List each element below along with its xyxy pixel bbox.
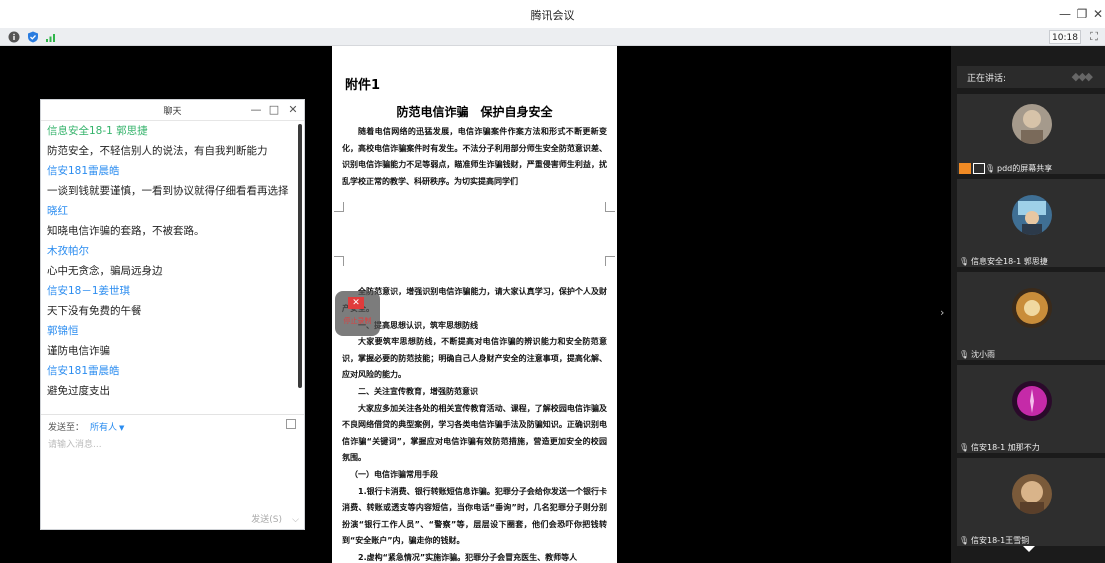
minimize-icon[interactable]: — — [249, 103, 263, 117]
microphone-muted-icon: 🎙 — [959, 535, 970, 545]
participant-name-row: 🎙 沈小雨 — [959, 344, 995, 360]
crop-mark — [334, 256, 344, 266]
participant-name-row: 🎙 信安18-1王雪铜 — [959, 530, 1030, 546]
document-section-heading: 二、关注宣传教育，增强防范意识 — [358, 386, 478, 396]
chevron-down-icon[interactable]: ▼ — [119, 424, 124, 432]
divider — [41, 414, 304, 415]
avatar — [1012, 381, 1052, 421]
speaking-label: 正在讲话: — [967, 74, 1007, 84]
document-section-heading: 一、提高思想认识，筑牢思想防线 — [358, 320, 478, 330]
message-text: 避免过度支出 — [47, 385, 110, 397]
chevron-right-icon[interactable]: › — [940, 306, 944, 319]
participant-name-row: 🎙 信安18-1 加那不力 — [959, 437, 1040, 453]
participant-panel: 正在讲话: ◆◆◆ 🎙 pdd的屏幕共享 🎙 信息安全18-1 郭思捷 🎙 沈小雨 — [951, 46, 1105, 563]
document-section-heading: （一）电信诈骗常用手段 — [350, 469, 438, 479]
document-paragraph: 大家应多加关注各处的相关宣传教育活动、课程，了解校园电信诈骗及不良网络借贷的典型… — [342, 403, 607, 463]
avatar — [1012, 288, 1052, 328]
signal-icon[interactable] — [45, 31, 57, 43]
microphone-muted-icon: 🎙 — [959, 256, 970, 266]
message-text: 知晓电信诈骗的套路，不被套路。 — [47, 225, 205, 237]
participant-name: 信息安全18-1 郭思捷 — [971, 257, 1048, 266]
message-sender: 信安181雷晨皓 — [47, 365, 120, 377]
participant-name: pdd的屏幕共享 — [997, 164, 1053, 173]
chat-scrollbar[interactable] — [298, 124, 302, 388]
participant-tile[interactable]: 🎙 沈小雨 — [957, 272, 1105, 360]
screen-share-icon — [973, 163, 985, 174]
avatar — [1012, 474, 1052, 514]
message-text: 防范安全，不轻信别人的说法，有自我判断能力 — [47, 145, 268, 157]
participant-tile[interactable]: 🎙 信息安全18-1 郭思捷 — [957, 179, 1105, 267]
participant-name-row: 🎙 pdd的屏幕共享 — [959, 158, 1053, 174]
send-to-row: 发送至： 所有人 ▼ — [48, 420, 124, 433]
document-paragraph: 随着电信网络的迅猛发展，电信诈骗案件作案方法和形式不断更新变化，高校电信诈骗案件… — [342, 127, 607, 186]
crop-mark — [605, 202, 615, 212]
message-sender: 信安18－1姜世琪 — [47, 285, 131, 297]
message-sender: 信息安全18-1 郭思捷 — [47, 125, 148, 137]
chat-window: 聊天 — □ ✕ 信息安全18-1 郭思捷 防范安全，不轻信别人的说法，有自我判… — [40, 99, 305, 530]
participant-tile[interactable]: 🎙 信安18-1 加那不力 — [957, 365, 1105, 453]
close-icon[interactable]: ✕ — [286, 103, 300, 117]
participant-name: 信安18-1王雪铜 — [971, 536, 1030, 545]
speaking-indicator: 正在讲话: ◆◆◆ — [957, 66, 1105, 88]
info-icon[interactable] — [8, 31, 20, 43]
fullscreen-icon[interactable]: ⛶ — [1087, 30, 1101, 44]
microphone-muted-icon: 🎙 — [959, 349, 970, 359]
document-paragraph: 2.虚构“紧急情况”实施诈骗。犯罪分子会冒充医生、教师等人 — [358, 552, 578, 562]
document-title: 防范电信诈骗 保护自身安全 — [396, 105, 553, 119]
shield-icon[interactable] — [27, 31, 39, 43]
minimize-icon[interactable]: — — [1056, 5, 1074, 23]
document-paragraph: 1.银行卡消费、银行转账短信息诈骗。犯罪分子会给你发送一个银行卡消费、转账或透支… — [342, 486, 607, 546]
microphone-muted-icon: 🎙 — [959, 442, 970, 452]
document-paragraph: 大家要筑牢思想防线，不断提高对电信诈骗的辨识能力和安全防范意识，掌握必要的防范技… — [342, 337, 607, 380]
participant-name-row: 🎙 信息安全18-1 郭思捷 — [959, 251, 1048, 267]
recording-label: 停止录制 — [343, 317, 372, 325]
crop-mark — [605, 256, 615, 266]
chat-title: 聊天 — [163, 107, 182, 117]
scroll-down-icon[interactable] — [1023, 546, 1035, 552]
crop-mark — [334, 202, 344, 212]
participant-name: 沈小雨 — [971, 350, 995, 359]
send-to-label: 发送至： — [48, 423, 85, 433]
avatar — [1012, 104, 1052, 144]
message-text: 心中无贪念，骗局远身边 — [47, 265, 163, 277]
participant-tile[interactable]: 🎙 信安18-1王雪铜 — [957, 458, 1105, 546]
message-sender: 郭锦恒 — [47, 325, 79, 337]
stop-record-icon[interactable]: ✕ — [348, 297, 364, 309]
message-sender: 晓红 — [47, 205, 68, 217]
send-options-icon[interactable]: ⌵ — [292, 515, 299, 525]
window-title: 腾讯会议 — [530, 9, 575, 22]
recipient-select[interactable]: 所有人 — [90, 423, 117, 433]
maximize-icon[interactable]: □ — [267, 103, 281, 117]
recording-badge[interactable]: ✕ 停止录制 — [335, 291, 380, 336]
document-heading: 附件1 — [345, 78, 381, 93]
tencent-meeting-logo-icon: ◆◆◆ — [1071, 70, 1093, 83]
chat-message-list[interactable]: 信息安全18-1 郭思捷 防范安全，不轻信别人的说法，有自我判断能力 信安181… — [47, 121, 297, 413]
message-input[interactable]: 请输入消息... — [48, 437, 102, 450]
meeting-timer: 10:18 — [1049, 30, 1081, 44]
expand-input-icon[interactable] — [286, 419, 296, 429]
document-paragraph: 全防范意识，增强识别电信诈骗能力，请大家认真学习，保护个人及财产安全。 — [342, 287, 607, 313]
send-button[interactable]: 发送(S) — [251, 512, 282, 525]
message-text: 一谈到钱就要谨慎，一看到协议就得仔细看看再选择 — [47, 185, 289, 197]
participant-tile[interactable]: 🎙 pdd的屏幕共享 — [957, 94, 1105, 174]
chat-header: 聊天 — □ ✕ — [41, 100, 304, 121]
close-icon[interactable]: ✕ — [1089, 5, 1105, 23]
host-icon — [959, 163, 971, 174]
message-sender: 信安181雷晨皓 — [47, 165, 120, 177]
status-bar: 10:18 ⛶ — [0, 28, 1105, 46]
message-sender: 木孜帕尔 — [47, 245, 89, 257]
avatar — [1012, 195, 1052, 235]
title-bar: 腾讯会议 — ❐ ✕ — [0, 0, 1105, 28]
microphone-icon: 🎙 — [985, 163, 996, 173]
participant-name: 信安18-1 加那不力 — [971, 443, 1040, 452]
message-text: 谨防电信诈骗 — [47, 345, 110, 357]
message-text: 天下没有免费的午餐 — [47, 305, 142, 317]
